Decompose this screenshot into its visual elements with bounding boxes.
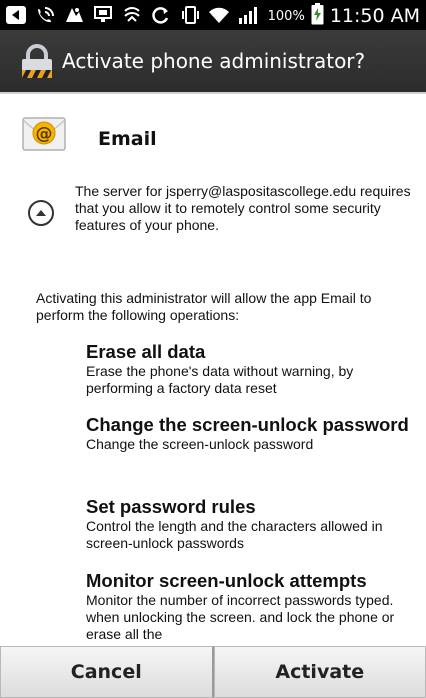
dialog-content[interactable]: @ Email The server for jsperry@lasposita… — [0, 94, 426, 646]
back-arrow-icon — [6, 5, 26, 25]
status-right: 100% 11:50 AM — [268, 3, 420, 29]
policy-description: Change the screen-unlock password — [86, 436, 314, 452]
dialog-buttons: Cancel Activate — [0, 646, 426, 698]
activating-explanation: Activating this administrator will allow… — [36, 290, 372, 323]
signal-icon — [238, 5, 258, 25]
screen-mirroring-icon — [93, 5, 113, 25]
policy-title: Erase all data — [86, 341, 206, 362]
activate-button[interactable]: Activate — [213, 646, 426, 698]
dialog-title-bar: Activate phone administrator? — [0, 30, 426, 94]
policy-title: Change the screen-unlock password — [86, 414, 409, 435]
server-request-text: The server for jsperry@laspositascollege… — [75, 183, 411, 233]
battery-percent: 100% — [267, 8, 305, 24]
policy-title: Set password rules — [86, 496, 256, 517]
padlock-icon — [18, 44, 56, 80]
battery-icon — [311, 3, 324, 29]
vibrate-icon — [180, 5, 200, 25]
policy-item: Erase all data Erase the phone's data wi… — [86, 341, 412, 397]
nfc-icon — [122, 5, 142, 25]
chevron-up-icon — [36, 210, 46, 216]
cancel-button[interactable]: Cancel — [0, 646, 214, 698]
policy-item: Set password rules Control the length an… — [86, 496, 412, 552]
clock: 11:50 AM — [329, 5, 420, 27]
status-icons — [6, 5, 258, 25]
app-name: Email — [98, 128, 157, 150]
policy-item: Monitor screen-unlock attempts Monitor t… — [86, 570, 412, 643]
person-icon — [64, 5, 84, 25]
email-at-icon: @ — [22, 112, 66, 156]
svg-text:@: @ — [36, 124, 53, 144]
policy-item: Change the screen-unlock password Change… — [86, 414, 412, 453]
policy-title: Monitor screen-unlock attempts — [86, 570, 367, 591]
status-bar: 100% 11:50 AM — [0, 0, 426, 30]
dialog-title: Activate phone administrator? — [62, 49, 366, 73]
sync-icon — [151, 5, 171, 25]
policy-description: Erase the phone's data without warning, … — [86, 363, 354, 396]
wifi-icon — [209, 5, 229, 25]
expand-details-button[interactable] — [28, 200, 54, 226]
policy-description: Monitor the number of incorrect password… — [86, 592, 395, 642]
policy-description: Control the length and the characters al… — [86, 518, 383, 551]
wifi-calling-icon — [35, 5, 55, 25]
